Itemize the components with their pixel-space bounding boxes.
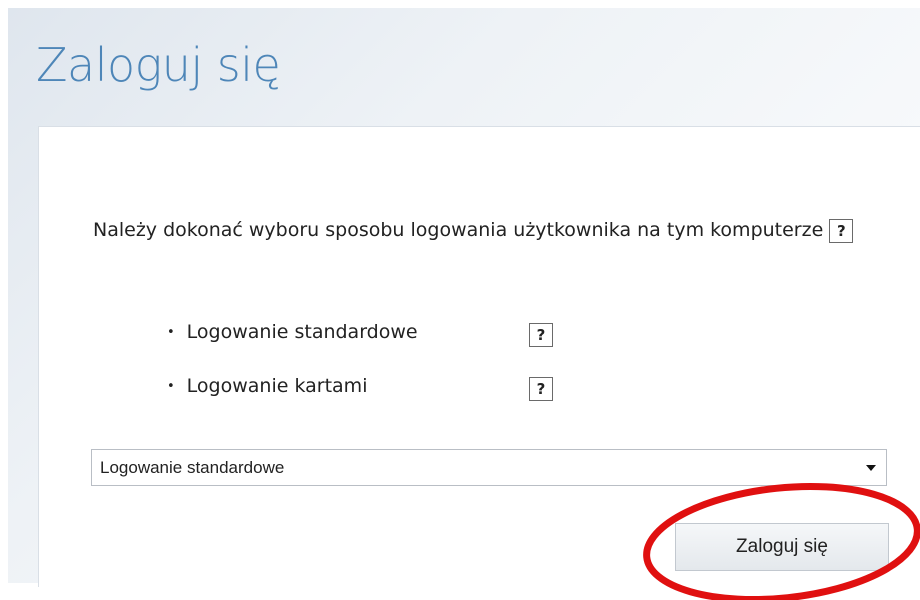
annotation-overlay [643, 482, 920, 600]
red-ellipse-highlight-icon [643, 482, 920, 600]
